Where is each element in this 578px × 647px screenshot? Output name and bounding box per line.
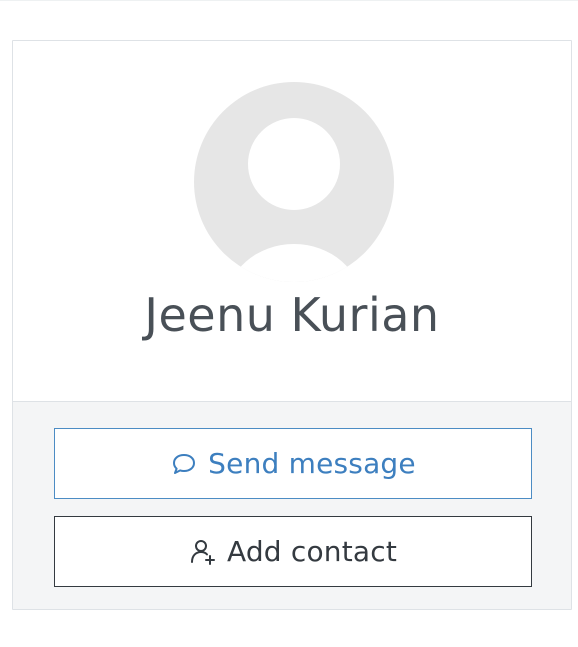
add-contact-button[interactable]: Add contact <box>54 516 532 587</box>
avatar-body-shape <box>226 244 362 282</box>
add-contact-label: Add contact <box>226 535 398 568</box>
profile-card-footer: Send message Add contact <box>13 401 571 609</box>
profile-name: Jeenu Kurian <box>144 288 440 342</box>
send-message-label: Send message <box>208 447 416 480</box>
profile-card: Jeenu Kurian Send message Add contact <box>12 40 572 610</box>
speech-bubble-icon <box>170 450 198 478</box>
avatar-head-shape <box>248 118 340 210</box>
top-divider <box>0 0 578 1</box>
send-message-button[interactable]: Send message <box>54 428 532 499</box>
user-plus-icon <box>189 538 217 566</box>
user-avatar-icon <box>194 82 394 282</box>
profile-card-header: Jeenu Kurian <box>13 41 571 401</box>
